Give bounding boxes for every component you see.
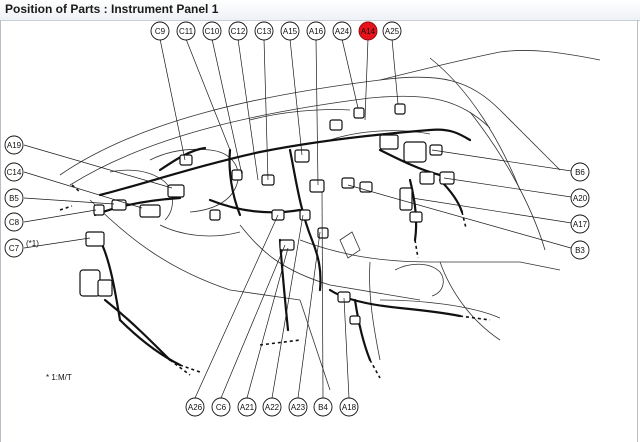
callout-markers: C9 C11 C10 C12 C13 A15 A16 A24 A14 A25 A… [4,21,590,417]
callout-b5: B5 [4,188,24,208]
callout-c13: C13 [254,21,274,41]
callout-a16: A16 [306,21,326,41]
svg-text:A21: A21 [240,403,255,412]
svg-text:A23: A23 [291,403,306,412]
callout-a24: A24 [332,21,352,41]
callout-a23: A23 [288,397,308,417]
callout-a15: A15 [280,21,300,41]
svg-text:A26: A26 [188,403,203,412]
callout-a14-highlighted: A14 [358,21,378,41]
callout-a17: A17 [570,214,590,234]
callout-a20: A20 [570,188,590,208]
svg-text:B5: B5 [9,194,19,203]
callout-c11: C11 [176,21,196,41]
svg-text:B3: B3 [575,246,585,255]
svg-text:A18: A18 [342,403,357,412]
svg-text:C9: C9 [155,27,166,36]
callout-c8: C8 [4,212,24,232]
svg-text:A24: A24 [335,27,350,36]
callout-a21: A21 [237,397,257,417]
svg-text:C10: C10 [205,27,220,36]
svg-text:C6: C6 [216,403,227,412]
instrument-panel-diagram: C9 C11 C10 C12 C13 A15 A16 A24 A14 A25 A… [4,21,601,417]
callout-c14: C14 [4,162,24,182]
svg-text:A17: A17 [573,220,588,229]
callout-a18: A18 [339,397,359,417]
svg-text:B4: B4 [318,403,328,412]
svg-text:C8: C8 [9,218,20,227]
svg-text:C14: C14 [7,168,22,177]
svg-text:C12: C12 [231,27,246,36]
callout-c9: C9 [150,21,170,41]
svg-text:B6: B6 [575,168,585,177]
svg-text:C11: C11 [179,27,194,36]
callout-b3: B3 [570,240,590,260]
diagram-page: Position of Parts : Instrument Panel 1 C… [0,0,640,442]
star-mark-label: (*1) [26,239,39,248]
svg-text:A22: A22 [265,403,280,412]
callout-c12: C12 [228,21,248,41]
callout-a19: A19 [4,135,24,155]
callout-a26: A26 [185,397,205,417]
svg-text:C13: C13 [257,27,272,36]
callout-b6: B6 [570,162,590,182]
svg-text:A16: A16 [309,27,324,36]
svg-text:A14: A14 [361,27,376,36]
svg-text:A19: A19 [7,141,22,150]
callout-a25: A25 [382,21,402,41]
callout-a22: A22 [262,397,282,417]
callout-c10: C10 [202,21,222,41]
callout-c6: C6 [211,397,231,417]
svg-text:C7: C7 [9,244,20,253]
svg-text:A25: A25 [385,27,400,36]
svg-text:A20: A20 [573,194,588,203]
callout-c7: C7 [4,238,24,258]
svg-text:A15: A15 [283,27,298,36]
footnote-text: * 1:M/T [46,373,72,382]
callout-b4: B4 [313,397,333,417]
